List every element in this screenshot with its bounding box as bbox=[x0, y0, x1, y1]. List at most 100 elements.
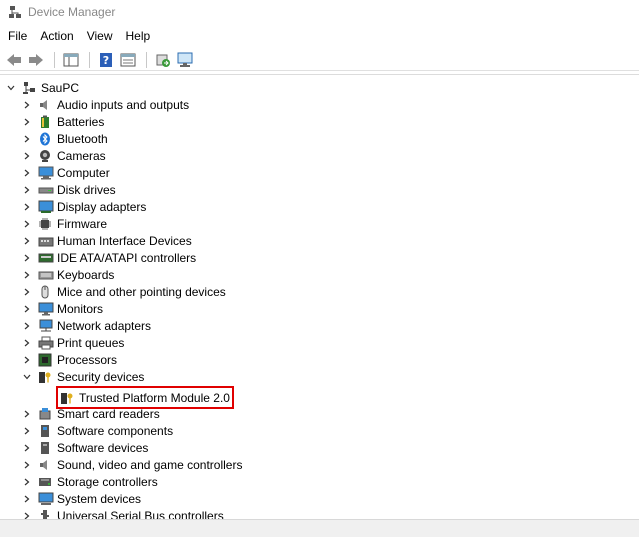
tree-item-label: Display adapters bbox=[57, 199, 147, 214]
tree-item-label: System devices bbox=[57, 491, 142, 506]
tree-item-firmware[interactable]: Firmware bbox=[22, 215, 107, 232]
network-icon bbox=[38, 319, 53, 333]
chevron-right-icon[interactable] bbox=[22, 168, 32, 178]
tree-item-label: Mice and other pointing devices bbox=[57, 284, 226, 299]
help-icon: ? bbox=[100, 52, 112, 67]
arrow-left-icon bbox=[7, 53, 21, 66]
tree-item-cameras[interactable]: Cameras bbox=[22, 147, 106, 164]
tree-item-audio[interactable]: Audio inputs and outputs bbox=[22, 96, 189, 113]
tree-item-label: Universal Serial Bus controllers bbox=[57, 508, 224, 520]
tree-item-computer[interactable]: Computer bbox=[22, 164, 110, 181]
show-hide-console-tree-button[interactable] bbox=[61, 50, 81, 70]
chevron-right-icon[interactable] bbox=[22, 287, 32, 297]
chevron-right-icon[interactable] bbox=[22, 409, 32, 419]
svg-text:?: ? bbox=[103, 54, 109, 67]
tree-item-keyboards[interactable]: Keyboards bbox=[22, 266, 114, 283]
tree-item-display-adapters[interactable]: Display adapters bbox=[22, 198, 146, 215]
display-adapter-icon bbox=[38, 200, 54, 214]
keyboard-icon bbox=[38, 268, 54, 282]
tree-item-print-queues[interactable]: Print queues bbox=[22, 334, 124, 351]
disk-drive-icon bbox=[38, 183, 54, 197]
chevron-right-icon[interactable] bbox=[22, 185, 32, 195]
tree-item-label: Keyboards bbox=[57, 267, 115, 282]
tree-item-label: Storage controllers bbox=[57, 474, 158, 489]
tree-item-ide-controllers[interactable]: IDE ATA/ATAPI controllers bbox=[22, 249, 196, 266]
tree-item-network-adapters[interactable]: Network adapters bbox=[22, 317, 151, 334]
chevron-right-icon[interactable] bbox=[22, 460, 32, 470]
chevron-right-icon[interactable] bbox=[22, 355, 32, 365]
toolbar: ? bbox=[0, 49, 639, 71]
tree-item-sound-video-game[interactable]: Sound, video and game controllers bbox=[22, 456, 242, 473]
tree-item-label: Software devices bbox=[57, 440, 149, 455]
tree-item-label: Sound, video and game controllers bbox=[57, 457, 243, 472]
menu-action[interactable]: Action bbox=[35, 29, 78, 43]
tree-item-label: Bluetooth bbox=[57, 131, 108, 146]
chevron-right-icon[interactable] bbox=[22, 443, 32, 453]
tree-item-human-interface-devices[interactable]: Human Interface Devices bbox=[22, 232, 192, 249]
chevron-right-icon[interactable] bbox=[22, 202, 32, 212]
chevron-right-icon[interactable] bbox=[22, 117, 32, 127]
highlight-annotation-box bbox=[56, 386, 234, 409]
chevron-right-icon[interactable] bbox=[22, 151, 32, 161]
tree-item-label: Computer bbox=[57, 165, 110, 180]
help-button[interactable]: ? bbox=[96, 50, 116, 70]
chevron-right-icon[interactable] bbox=[22, 304, 32, 314]
chevron-right-icon[interactable] bbox=[22, 494, 32, 504]
device-manager-app-icon bbox=[8, 5, 22, 19]
chevron-down-icon[interactable] bbox=[22, 372, 32, 382]
computer-name-label: SauPC bbox=[41, 80, 80, 95]
tree-item-monitors[interactable]: Monitors bbox=[22, 300, 103, 317]
computer-icon bbox=[38, 166, 54, 180]
tree-root-node[interactable]: SauPC bbox=[6, 79, 79, 96]
chevron-right-icon[interactable] bbox=[22, 236, 32, 246]
chevron-right-icon[interactable] bbox=[22, 477, 32, 487]
properties-icon bbox=[120, 53, 136, 66]
menu-file[interactable]: File bbox=[3, 29, 32, 43]
menu-help[interactable]: Help bbox=[121, 29, 156, 43]
chevron-right-icon[interactable] bbox=[22, 219, 32, 229]
toolbar-separator bbox=[89, 51, 90, 68]
tree-item-software-components[interactable]: Software components bbox=[22, 422, 173, 439]
tree-item-batteries[interactable]: Batteries bbox=[22, 113, 104, 130]
camera-icon bbox=[38, 149, 52, 163]
scan-for-hardware-changes-button[interactable] bbox=[175, 50, 195, 70]
tree-item-label: Disk drives bbox=[57, 182, 116, 197]
window-title: Device Manager bbox=[28, 5, 116, 19]
properties-button[interactable] bbox=[118, 50, 138, 70]
menu-bar: File Action View Help bbox=[0, 26, 639, 46]
software-device-icon bbox=[38, 441, 52, 455]
tree-item-label: Processors bbox=[57, 352, 118, 367]
menu-view[interactable]: View bbox=[82, 29, 118, 43]
tree-item-software-devices[interactable]: Software devices bbox=[22, 439, 148, 456]
tree-item-label: Firmware bbox=[57, 216, 107, 231]
chevron-right-icon[interactable] bbox=[22, 134, 32, 144]
update-driver-button[interactable] bbox=[153, 50, 173, 70]
chevron-right-icon[interactable] bbox=[22, 253, 32, 263]
tree-item-storage-controllers[interactable]: Storage controllers bbox=[22, 473, 158, 490]
chevron-right-icon[interactable] bbox=[22, 511, 32, 520]
chevron-right-icon[interactable] bbox=[22, 338, 32, 348]
hid-icon bbox=[38, 234, 54, 248]
tree-item-bluetooth[interactable]: Bluetooth bbox=[22, 130, 108, 147]
chevron-down-icon[interactable] bbox=[6, 83, 16, 93]
chevron-right-icon[interactable] bbox=[22, 100, 32, 110]
chevron-right-icon[interactable] bbox=[22, 270, 32, 280]
toolbar-separator bbox=[54, 51, 55, 68]
monitor-icon bbox=[38, 302, 54, 316]
chevron-right-icon[interactable] bbox=[22, 321, 32, 331]
tree-item-usb-controllers[interactable]: Universal Serial Bus controllers bbox=[22, 507, 224, 519]
sound-icon bbox=[38, 458, 52, 472]
tree-item-disk-drives[interactable]: Disk drives bbox=[22, 181, 116, 198]
chevron-right-icon[interactable] bbox=[22, 426, 32, 436]
computer-tree-icon bbox=[22, 81, 36, 95]
forward-button[interactable] bbox=[26, 50, 46, 70]
software-component-icon bbox=[38, 424, 52, 438]
tree-item-system-devices[interactable]: System devices bbox=[22, 490, 141, 507]
tree-item-security-devices[interactable]: Security devices bbox=[22, 368, 144, 385]
back-button[interactable] bbox=[4, 50, 24, 70]
tree-item-label: Cameras bbox=[57, 148, 106, 163]
tree-item-processors[interactable]: Processors bbox=[22, 351, 117, 368]
tree-item-mice[interactable]: Mice and other pointing devices bbox=[22, 283, 226, 300]
tree-item-label: Print queues bbox=[57, 335, 125, 350]
tree-item-label: IDE ATA/ATAPI controllers bbox=[57, 250, 197, 265]
